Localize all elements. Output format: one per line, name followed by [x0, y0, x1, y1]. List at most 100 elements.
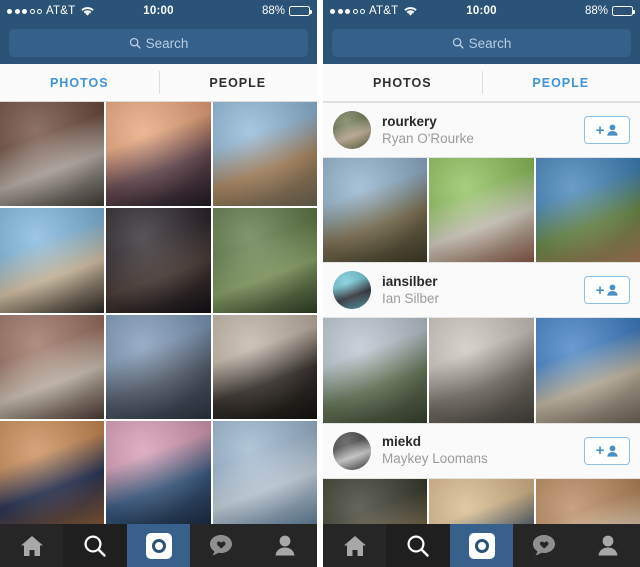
photo-grid-cell[interactable] — [0, 314, 105, 420]
photo-thumbnail — [535, 318, 640, 423]
photo-thumbnail — [323, 158, 428, 263]
phone-screen-photos: AT&T 10:00 88% Search PHOTOS PEOPLE — [0, 0, 317, 567]
tab-activity[interactable] — [513, 524, 576, 567]
follow-button[interactable]: + — [584, 116, 630, 144]
photo-grid-cell[interactable] — [535, 318, 640, 423]
follow-button[interactable]: + — [584, 276, 630, 305]
navigation-bar: Search — [0, 22, 317, 64]
photo-grid-cell[interactable] — [0, 421, 105, 526]
search-input[interactable]: Search — [9, 29, 308, 57]
tab-profile[interactable] — [254, 524, 317, 567]
tab-camera[interactable] — [449, 524, 514, 567]
segmented-tabs-left: PHOTOS PEOPLE — [0, 64, 317, 102]
tab-camera[interactable] — [126, 524, 191, 567]
tab-home[interactable] — [323, 524, 386, 567]
photo-grid-cell[interactable] — [429, 158, 534, 263]
person-fullname: Ryan O'Rourke — [382, 130, 474, 146]
tab-search[interactable] — [386, 524, 450, 567]
photo-grid-cell[interactable] — [323, 158, 428, 263]
tab-home[interactable] — [0, 524, 63, 567]
photo-grid-cell[interactable] — [106, 208, 211, 313]
navigation-bar: Search — [323, 22, 640, 64]
wifi-icon — [404, 6, 418, 17]
person-row[interactable]: iansilber Ian Silber + — [323, 262, 640, 319]
plus-icon: + — [595, 442, 605, 460]
add-person-icon — [607, 445, 619, 457]
search-icon — [129, 37, 141, 49]
battery-icon — [612, 6, 635, 16]
photo-grid-cell[interactable] — [535, 158, 640, 263]
follow-button[interactable]: + — [584, 436, 630, 465]
status-bar: AT&T 10:00 88% — [323, 0, 640, 22]
photo-grid-cell[interactable] — [106, 314, 211, 420]
avatar[interactable] — [333, 271, 371, 310]
photo-thumbnail — [429, 158, 534, 263]
photo-grid-cell[interactable] — [0, 208, 105, 313]
photo-thumbnail — [0, 102, 105, 207]
person-username: iansilber — [382, 273, 438, 289]
person-info: rourkery Ryan O'Rourke — [382, 114, 474, 147]
search-input[interactable]: Search — [332, 29, 631, 57]
tab-search[interactable] — [63, 524, 127, 567]
photo-grid-cell[interactable] — [106, 102, 211, 207]
search-icon — [407, 534, 429, 557]
tab-activity[interactable] — [190, 524, 253, 567]
avatar[interactable] — [333, 111, 371, 149]
person-photo-grid — [323, 318, 640, 423]
status-bar: AT&T 10:00 88% — [0, 0, 317, 22]
camera-icon — [145, 532, 172, 559]
avatar-image — [333, 111, 371, 149]
search-placeholder: Search — [468, 35, 512, 51]
person-row[interactable]: rourkery Ryan O'Rourke + — [323, 102, 640, 158]
person-icon — [275, 535, 295, 556]
tab-profile[interactable] — [577, 524, 640, 567]
person-icon — [598, 535, 618, 556]
photo-thumbnail — [429, 318, 534, 423]
battery-percent-label: 88% — [584, 5, 608, 17]
search-icon — [84, 534, 106, 557]
search-placeholder: Search — [145, 35, 189, 51]
photo-thumbnail — [212, 208, 317, 313]
photo-thumbnail — [212, 421, 317, 526]
photo-grid-cell[interactable] — [429, 318, 534, 423]
status-bar-right: 88% — [262, 0, 317, 22]
battery-icon — [289, 6, 312, 16]
person-info: miekd Maykey Loomans — [382, 434, 488, 467]
dual-phone-screenshot: AT&T 10:00 88% Search PHOTOS PEOPLE AT&T… — [0, 0, 640, 567]
photo-grid-cell[interactable] — [106, 421, 211, 526]
photo-thumbnail — [106, 421, 211, 526]
photo-grid-content[interactable] — [0, 102, 317, 567]
people-list-content[interactable]: rourkery Ryan O'Rourke + iansilber Ian Silbe… — [323, 102, 640, 567]
photo-thumbnail — [535, 158, 640, 263]
photo-thumbnail — [0, 421, 105, 526]
carrier-label: AT&T — [369, 5, 399, 17]
people-list: rourkery Ryan O'Rourke + iansilber Ian Silbe… — [323, 102, 640, 567]
tab-photos[interactable]: PHOTOS — [323, 76, 482, 90]
heart-bubble-icon — [210, 535, 233, 556]
tab-people[interactable]: PEOPLE — [482, 76, 640, 90]
wifi-icon — [81, 6, 95, 17]
avatar-image — [333, 431, 371, 470]
heart-bubble-icon — [533, 535, 556, 556]
status-bar-right: 88% — [585, 0, 640, 22]
person-photo-grid — [323, 158, 640, 263]
photo-grid-cell[interactable] — [212, 208, 317, 313]
person-fullname: Maykey Loomans — [382, 451, 488, 467]
bottom-tab-bar-left — [0, 524, 317, 567]
photo-grid-cell[interactable] — [323, 318, 428, 423]
battery-percent-label: 88% — [261, 5, 285, 17]
tab-photos[interactable]: PHOTOS — [0, 76, 159, 90]
person-row[interactable]: miekd Maykey Loomans + — [323, 422, 640, 479]
photo-grid-cell[interactable] — [212, 421, 317, 526]
camera-icon — [468, 532, 495, 559]
person-fullname: Ian Silber — [382, 290, 440, 306]
photo-grid-cell[interactable] — [212, 102, 317, 207]
tab-people[interactable]: PEOPLE — [159, 76, 318, 90]
photo-thumbnail — [212, 314, 317, 420]
photo-thumbnail — [106, 314, 211, 420]
avatar[interactable] — [333, 431, 371, 470]
search-icon — [452, 37, 464, 49]
status-bar-left: AT&T — [0, 0, 95, 22]
photo-grid-cell[interactable] — [0, 102, 105, 207]
photo-grid-cell[interactable] — [212, 314, 317, 420]
